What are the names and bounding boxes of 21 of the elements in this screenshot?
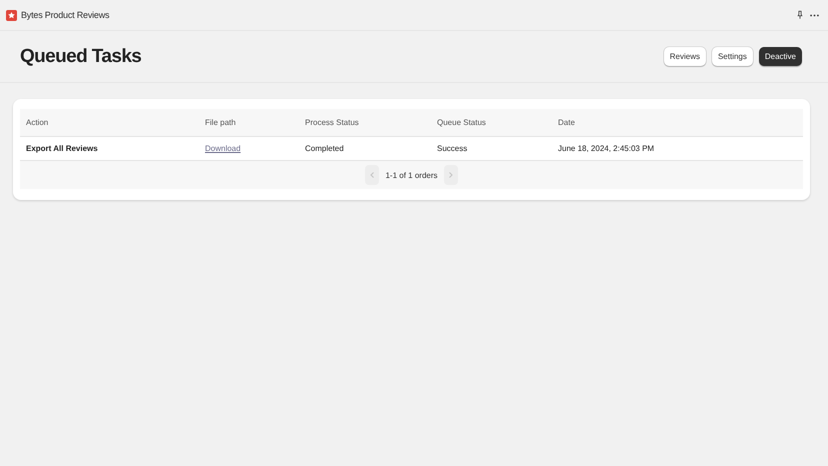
table-cell: Export All Reviews bbox=[20, 136, 199, 160]
table-cell: Completed bbox=[299, 136, 431, 160]
app-title: Bytes Product Reviews bbox=[21, 10, 110, 20]
chevron-right-icon bbox=[448, 172, 453, 178]
more-icon[interactable] bbox=[810, 14, 819, 16]
column-header: Process Status bbox=[299, 109, 431, 136]
page-title: Queued Tasks bbox=[20, 46, 142, 68]
pin-icon[interactable] bbox=[797, 10, 803, 20]
chevron-left-icon bbox=[370, 172, 374, 178]
table-cell: June 18, 2024, 2:45:03 PM bbox=[552, 136, 803, 160]
action-button[interactable]: Reviews bbox=[664, 47, 706, 66]
column-header: Action bbox=[20, 109, 199, 136]
app-logo-icon bbox=[6, 10, 17, 20]
table-cell: Success bbox=[431, 136, 552, 160]
column-header: Date bbox=[552, 109, 803, 136]
action-button[interactable]: Settings bbox=[712, 47, 753, 66]
action-button[interactable]: Deactive bbox=[758, 47, 802, 66]
column-header: Queue Status bbox=[431, 109, 552, 136]
column-header: File path bbox=[199, 109, 299, 136]
pagination-label: 1-1 of 1 orders bbox=[385, 170, 438, 180]
download-link[interactable]: Download bbox=[205, 144, 241, 153]
